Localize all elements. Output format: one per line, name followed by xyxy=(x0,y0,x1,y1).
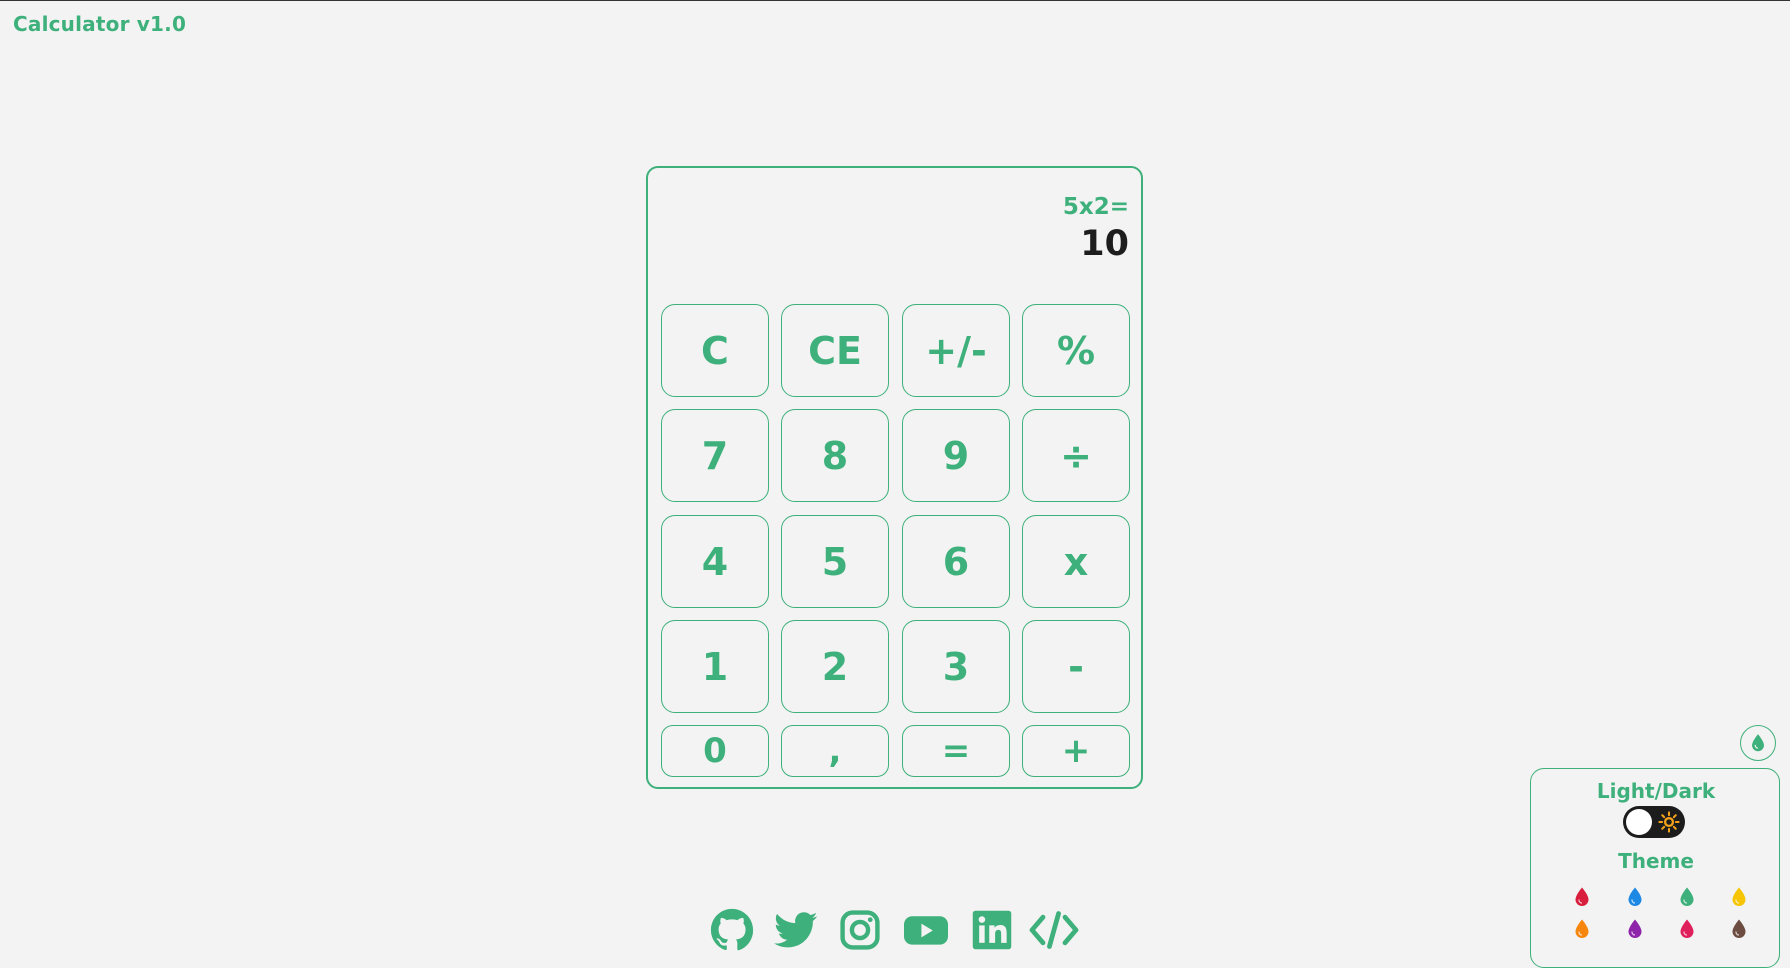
instagram-icon[interactable] xyxy=(838,908,882,952)
digit-5-button[interactable]: 5 xyxy=(781,515,889,608)
light-dark-switch[interactable] xyxy=(1623,806,1685,838)
youtube-icon[interactable] xyxy=(902,908,950,952)
digit-3-button[interactable]: 3 xyxy=(902,620,1010,713)
divide-button[interactable]: ÷ xyxy=(1022,409,1130,502)
multiply-button[interactable]: x xyxy=(1022,515,1130,608)
digit-4-button[interactable]: 4 xyxy=(661,515,769,608)
clear-entry-button[interactable]: CE xyxy=(781,304,889,397)
theme-brown-droplet-icon[interactable] xyxy=(1730,918,1748,940)
theme-heading: Theme xyxy=(1618,849,1694,873)
top-border xyxy=(0,0,1790,1)
theme-red-droplet-icon[interactable] xyxy=(1573,886,1591,908)
equals-button[interactable]: = xyxy=(902,725,1010,777)
digit-6-button[interactable]: 6 xyxy=(902,515,1010,608)
theme-orange-droplet-icon[interactable] xyxy=(1573,918,1591,940)
light-dark-heading: Light/Dark xyxy=(1596,779,1716,803)
theme-yellow-droplet-icon[interactable] xyxy=(1730,886,1748,908)
switch-knob xyxy=(1626,809,1652,835)
negate-button[interactable]: +/- xyxy=(902,304,1010,397)
subtract-button[interactable]: - xyxy=(1022,620,1130,713)
github-icon[interactable] xyxy=(710,908,754,952)
digit-7-button[interactable]: 7 xyxy=(661,409,769,502)
app-title: Calculator v1.0 xyxy=(13,12,187,36)
linkedin-icon[interactable] xyxy=(970,908,1014,952)
droplet-icon[interactable] xyxy=(1740,725,1776,761)
display-result: 10 xyxy=(1080,224,1129,264)
decimal-button[interactable]: , xyxy=(781,725,889,777)
display-expression: 5x2= xyxy=(1062,194,1129,220)
digit-2-button[interactable]: 2 xyxy=(781,620,889,713)
digit-1-button[interactable]: 1 xyxy=(661,620,769,713)
code-icon[interactable] xyxy=(1028,908,1080,952)
twitter-icon[interactable] xyxy=(774,908,818,952)
sun-icon xyxy=(1658,811,1680,833)
digit-0-button[interactable]: 0 xyxy=(661,725,769,777)
clear-button[interactable]: C xyxy=(661,304,769,397)
percent-button[interactable]: % xyxy=(1022,304,1130,397)
theme-blue-droplet-icon[interactable] xyxy=(1626,886,1644,908)
theme-panel: Light/Dark Theme xyxy=(1530,768,1780,968)
add-button[interactable]: + xyxy=(1022,725,1130,777)
theme-pink-droplet-icon[interactable] xyxy=(1678,918,1696,940)
digit-8-button[interactable]: 8 xyxy=(781,409,889,502)
theme-purple-droplet-icon[interactable] xyxy=(1626,918,1644,940)
digit-9-button[interactable]: 9 xyxy=(902,409,1010,502)
theme-green-droplet-icon[interactable] xyxy=(1678,886,1696,908)
calculator: 5x2= 10 C CE +/- % 7 8 9 ÷ 4 5 6 x 1 2 3… xyxy=(646,166,1143,789)
